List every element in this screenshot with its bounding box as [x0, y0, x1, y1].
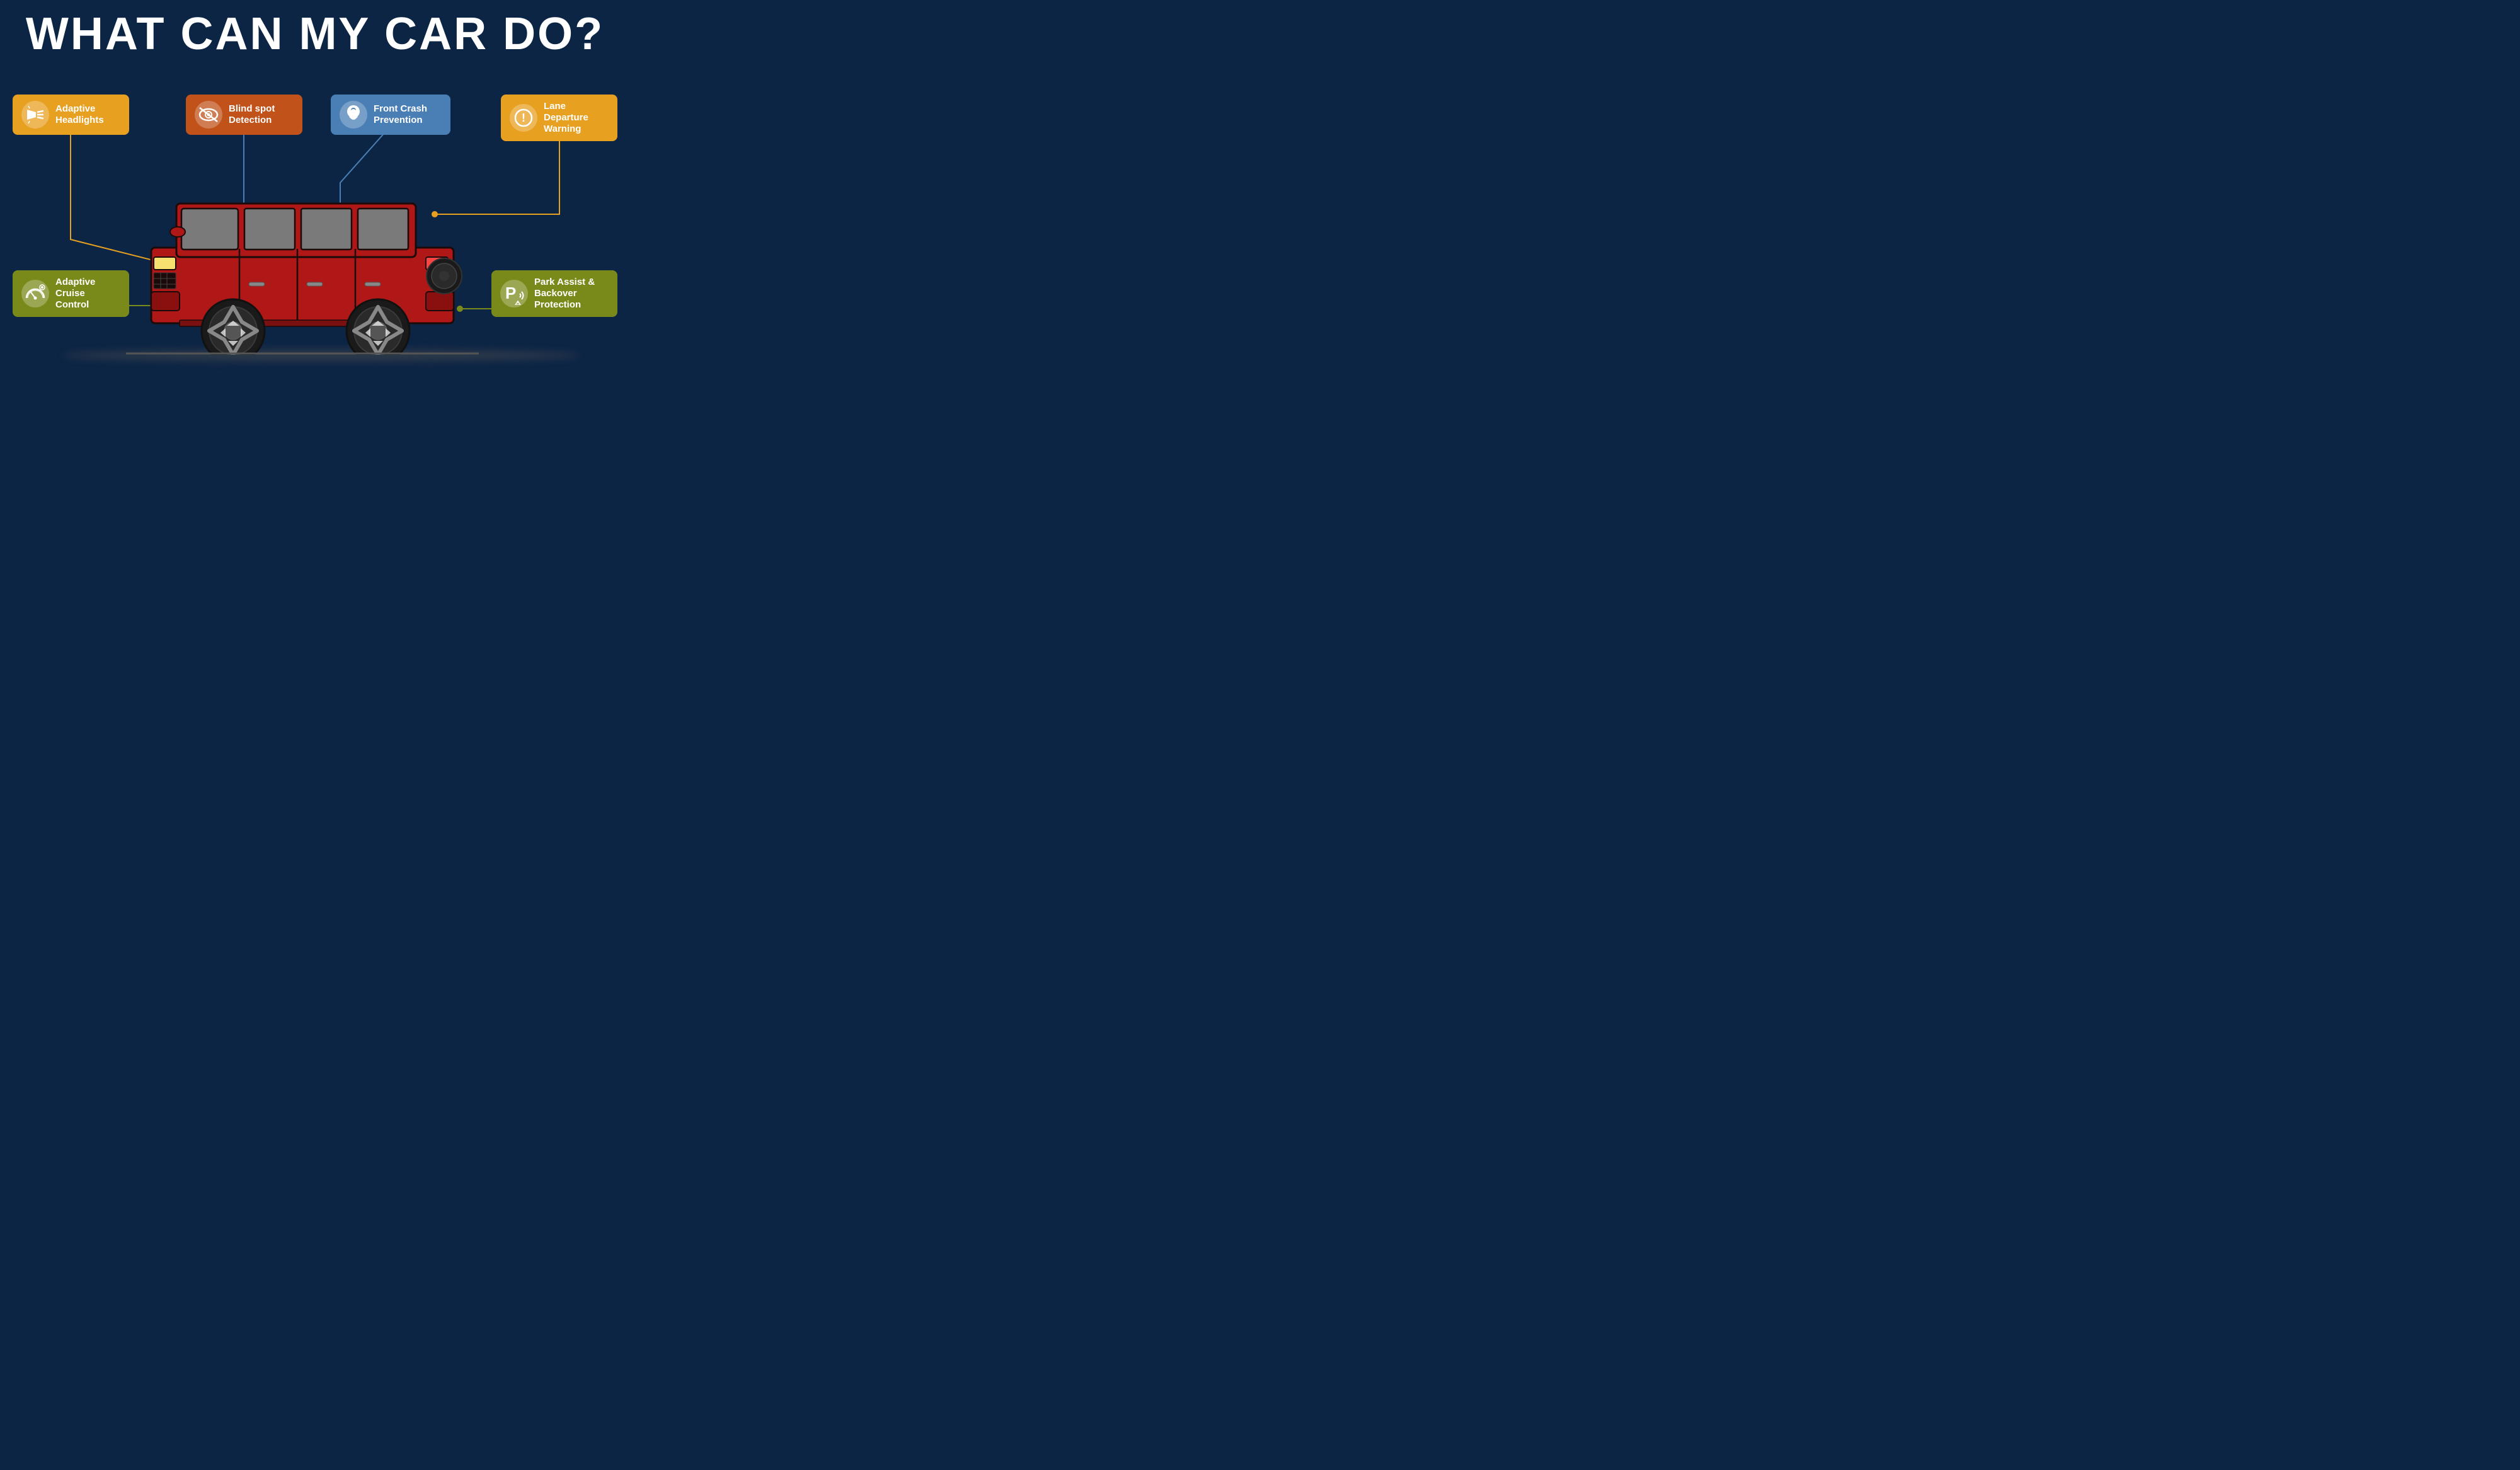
crash-icon — [340, 101, 367, 129]
park-icon: P ! — [500, 280, 528, 307]
car-illustration — [126, 166, 479, 355]
park-assist-box: P ! Park Assist & Backover Protection — [491, 270, 617, 317]
adaptive-headlights-box: Adaptive Headlights — [13, 95, 129, 135]
lane-departure-label: Lane Departure Warning — [544, 101, 609, 135]
warning-icon: ! — [510, 104, 537, 132]
svg-text:!: ! — [522, 112, 525, 124]
front-crash-box: Front Crash Prevention — [331, 95, 450, 135]
blind-spot-box: Blind spot Detection — [186, 95, 302, 135]
svg-text:P: P — [505, 284, 516, 302]
adaptive-headlights-label: Adaptive Headlights — [55, 103, 120, 126]
cruise-control-label: Adaptive Cruise Control — [55, 277, 120, 311]
park-assist-label: Park Assist & Backover Protection — [534, 277, 609, 311]
page-title: WHAT CAN MY CAR DO? — [0, 0, 630, 57]
gauge-icon — [21, 280, 49, 307]
blind-spot-label: Blind spot Detection — [229, 103, 294, 126]
headlight-icon — [21, 101, 49, 129]
lane-departure-box: ! Lane Departure Warning — [501, 95, 617, 141]
front-crash-label: Front Crash Prevention — [374, 103, 442, 126]
eye-icon — [195, 101, 222, 129]
cruise-control-box: Adaptive Cruise Control — [13, 270, 129, 317]
